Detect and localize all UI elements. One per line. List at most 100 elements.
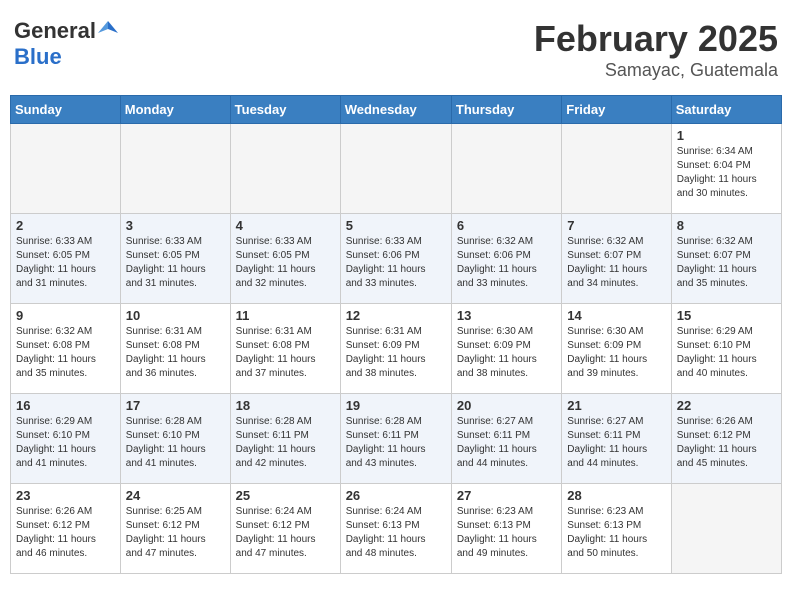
day-info: Sunrise: 6:28 AM Sunset: 6:11 PM Dayligh… [346,415,446,471]
day-info: Sunrise: 6:24 AM Sunset: 6:13 PM Dayligh… [346,505,446,561]
day-number: 8 [677,218,776,233]
calendar-cell: 6Sunrise: 6:32 AM Sunset: 6:06 PM Daylig… [451,214,561,304]
day-info: Sunrise: 6:27 AM Sunset: 6:11 PM Dayligh… [567,415,665,471]
day-number: 15 [677,308,776,323]
calendar-table: SundayMondayTuesdayWednesdayThursdayFrid… [10,95,782,574]
calendar-cell: 21 Sunrise: 6:27 AM Sunset: 6:11 PM Dayli… [562,394,671,484]
logo: General Blue [14,18,118,70]
calendar-cell: 10 Sunrise: 6:31 AM Sunset: 6:08 PM Dayli… [120,304,230,394]
day-number: 12 [346,308,446,323]
calendar-cell: 17Sunrise: 6:28 AM Sunset: 6:10 PM Dayli… [120,394,230,484]
calendar-cell: 23 Sunrise: 6:26 AM Sunset: 6:12 PM Dayli… [11,484,121,574]
day-info: Sunrise: 6:30 AM Sunset: 6:09 PM Dayligh… [567,325,665,381]
calendar-cell: 1Sunrise: 6:34 AM Sunset: 6:04 PM Daylig… [671,124,781,214]
calendar-cell: 4 Sunrise: 6:33 AM Sunset: 6:05 PM Daylig… [230,214,340,304]
week-row-1: 1Sunrise: 6:34 AM Sunset: 6:04 PM Daylig… [11,124,782,214]
day-number: 6 [457,218,556,233]
weekday-header-tuesday: Tuesday [230,96,340,124]
day-number: 14 [567,308,665,323]
week-row-2: 2 Sunrise: 6:33 AM Sunset: 6:05 PM Daylig… [11,214,782,304]
day-info: Sunrise: 6:27 AM Sunset: 6:11 PM Dayligh… [457,415,556,471]
day-info: Sunrise: 6:32 AM Sunset: 6:07 PM Dayligh… [677,235,776,291]
calendar-cell: 8 Sunrise: 6:32 AM Sunset: 6:07 PM Daylig… [671,214,781,304]
calendar-cell: 27 Sunrise: 6:23 AM Sunset: 6:13 PM Dayli… [451,484,561,574]
day-number: 28 [567,488,665,503]
calendar-cell: 22Sunrise: 6:26 AM Sunset: 6:12 PM Dayli… [671,394,781,484]
calendar-cell [671,484,781,574]
calendar-cell: 9Sunrise: 6:32 AM Sunset: 6:08 PM Daylig… [11,304,121,394]
day-number: 10 [126,308,225,323]
day-number: 27 [457,488,556,503]
week-row-4: 16 Sunrise: 6:29 AM Sunset: 6:10 PM Dayli… [11,394,782,484]
calendar-cell: 3 Sunrise: 6:33 AM Sunset: 6:05 PM Daylig… [120,214,230,304]
day-number: 11 [236,308,335,323]
weekday-header-thursday: Thursday [451,96,561,124]
day-info: Sunrise: 6:33 AM Sunset: 6:05 PM Dayligh… [236,235,335,291]
calendar-title: February 2025 [534,18,778,60]
day-info: Sunrise: 6:34 AM Sunset: 6:04 PM Dayligh… [677,145,776,201]
day-number: 19 [346,398,446,413]
day-number: 18 [236,398,335,413]
calendar-cell: 18 Sunrise: 6:28 AM Sunset: 6:11 PM Dayli… [230,394,340,484]
day-number: 24 [126,488,225,503]
calendar-cell [340,124,451,214]
day-info: Sunrise: 6:33 AM Sunset: 6:05 PM Dayligh… [126,235,225,291]
calendar-cell: 28Sunrise: 6:23 AM Sunset: 6:13 PM Dayli… [562,484,671,574]
day-number: 16 [16,398,115,413]
day-info: Sunrise: 6:32 AM Sunset: 6:07 PM Dayligh… [567,235,665,291]
day-info: Sunrise: 6:28 AM Sunset: 6:11 PM Dayligh… [236,415,335,471]
calendar-cell [230,124,340,214]
calendar-cell: 5Sunrise: 6:33 AM Sunset: 6:06 PM Daylig… [340,214,451,304]
calendar-cell: 7 Sunrise: 6:32 AM Sunset: 6:07 PM Daylig… [562,214,671,304]
day-number: 20 [457,398,556,413]
day-info: Sunrise: 6:25 AM Sunset: 6:12 PM Dayligh… [126,505,225,561]
day-info: Sunrise: 6:23 AM Sunset: 6:13 PM Dayligh… [457,505,556,561]
calendar-cell: 16 Sunrise: 6:29 AM Sunset: 6:10 PM Dayli… [11,394,121,484]
day-number: 2 [16,218,115,233]
day-number: 13 [457,308,556,323]
day-number: 7 [567,218,665,233]
logo-bird-icon [98,19,118,39]
week-row-3: 9Sunrise: 6:32 AM Sunset: 6:08 PM Daylig… [11,304,782,394]
page-header: General Blue February 2025 Samayac, Guat… [10,10,782,89]
calendar-cell [11,124,121,214]
week-row-5: 23 Sunrise: 6:26 AM Sunset: 6:12 PM Dayli… [11,484,782,574]
day-number: 4 [236,218,335,233]
calendar-cell: 13 Sunrise: 6:30 AM Sunset: 6:09 PM Dayli… [451,304,561,394]
calendar-cell: 15 Sunrise: 6:29 AM Sunset: 6:10 PM Dayli… [671,304,781,394]
day-info: Sunrise: 6:31 AM Sunset: 6:08 PM Dayligh… [236,325,335,381]
day-number: 9 [16,308,115,323]
weekday-header-monday: Monday [120,96,230,124]
calendar-cell [562,124,671,214]
day-info: Sunrise: 6:26 AM Sunset: 6:12 PM Dayligh… [677,415,776,471]
calendar-cell: 19 Sunrise: 6:28 AM Sunset: 6:11 PM Dayli… [340,394,451,484]
day-number: 25 [236,488,335,503]
day-number: 23 [16,488,115,503]
calendar-cell: 2Sunrise: 6:33 AM Sunset: 6:05 PM Daylig… [11,214,121,304]
day-info: Sunrise: 6:30 AM Sunset: 6:09 PM Dayligh… [457,325,556,381]
day-info: Sunrise: 6:31 AM Sunset: 6:08 PM Dayligh… [126,325,225,381]
calendar-cell: 26 Sunrise: 6:24 AM Sunset: 6:13 PM Dayli… [340,484,451,574]
title-block: February 2025 Samayac, Guatemala [534,18,778,81]
calendar-location: Samayac, Guatemala [534,60,778,81]
day-number: 26 [346,488,446,503]
weekday-header-row: SundayMondayTuesdayWednesdayThursdayFrid… [11,96,782,124]
weekday-header-friday: Friday [562,96,671,124]
calendar-cell [120,124,230,214]
day-number: 3 [126,218,225,233]
day-info: Sunrise: 6:29 AM Sunset: 6:10 PM Dayligh… [16,415,115,471]
day-info: Sunrise: 6:31 AM Sunset: 6:09 PM Dayligh… [346,325,446,381]
weekday-header-saturday: Saturday [671,96,781,124]
calendar-cell: 11 Sunrise: 6:31 AM Sunset: 6:08 PM Dayli… [230,304,340,394]
logo-blue: Blue [14,44,62,69]
calendar-cell: 14 Sunrise: 6:30 AM Sunset: 6:09 PM Dayli… [562,304,671,394]
day-number: 5 [346,218,446,233]
day-info: Sunrise: 6:29 AM Sunset: 6:10 PM Dayligh… [677,325,776,381]
day-number: 21 [567,398,665,413]
calendar-cell: 25 Sunrise: 6:24 AM Sunset: 6:12 PM Dayli… [230,484,340,574]
weekday-header-wednesday: Wednesday [340,96,451,124]
day-info: Sunrise: 6:26 AM Sunset: 6:12 PM Dayligh… [16,505,115,561]
day-info: Sunrise: 6:24 AM Sunset: 6:12 PM Dayligh… [236,505,335,561]
calendar-cell [451,124,561,214]
day-info: Sunrise: 6:28 AM Sunset: 6:10 PM Dayligh… [126,415,225,471]
